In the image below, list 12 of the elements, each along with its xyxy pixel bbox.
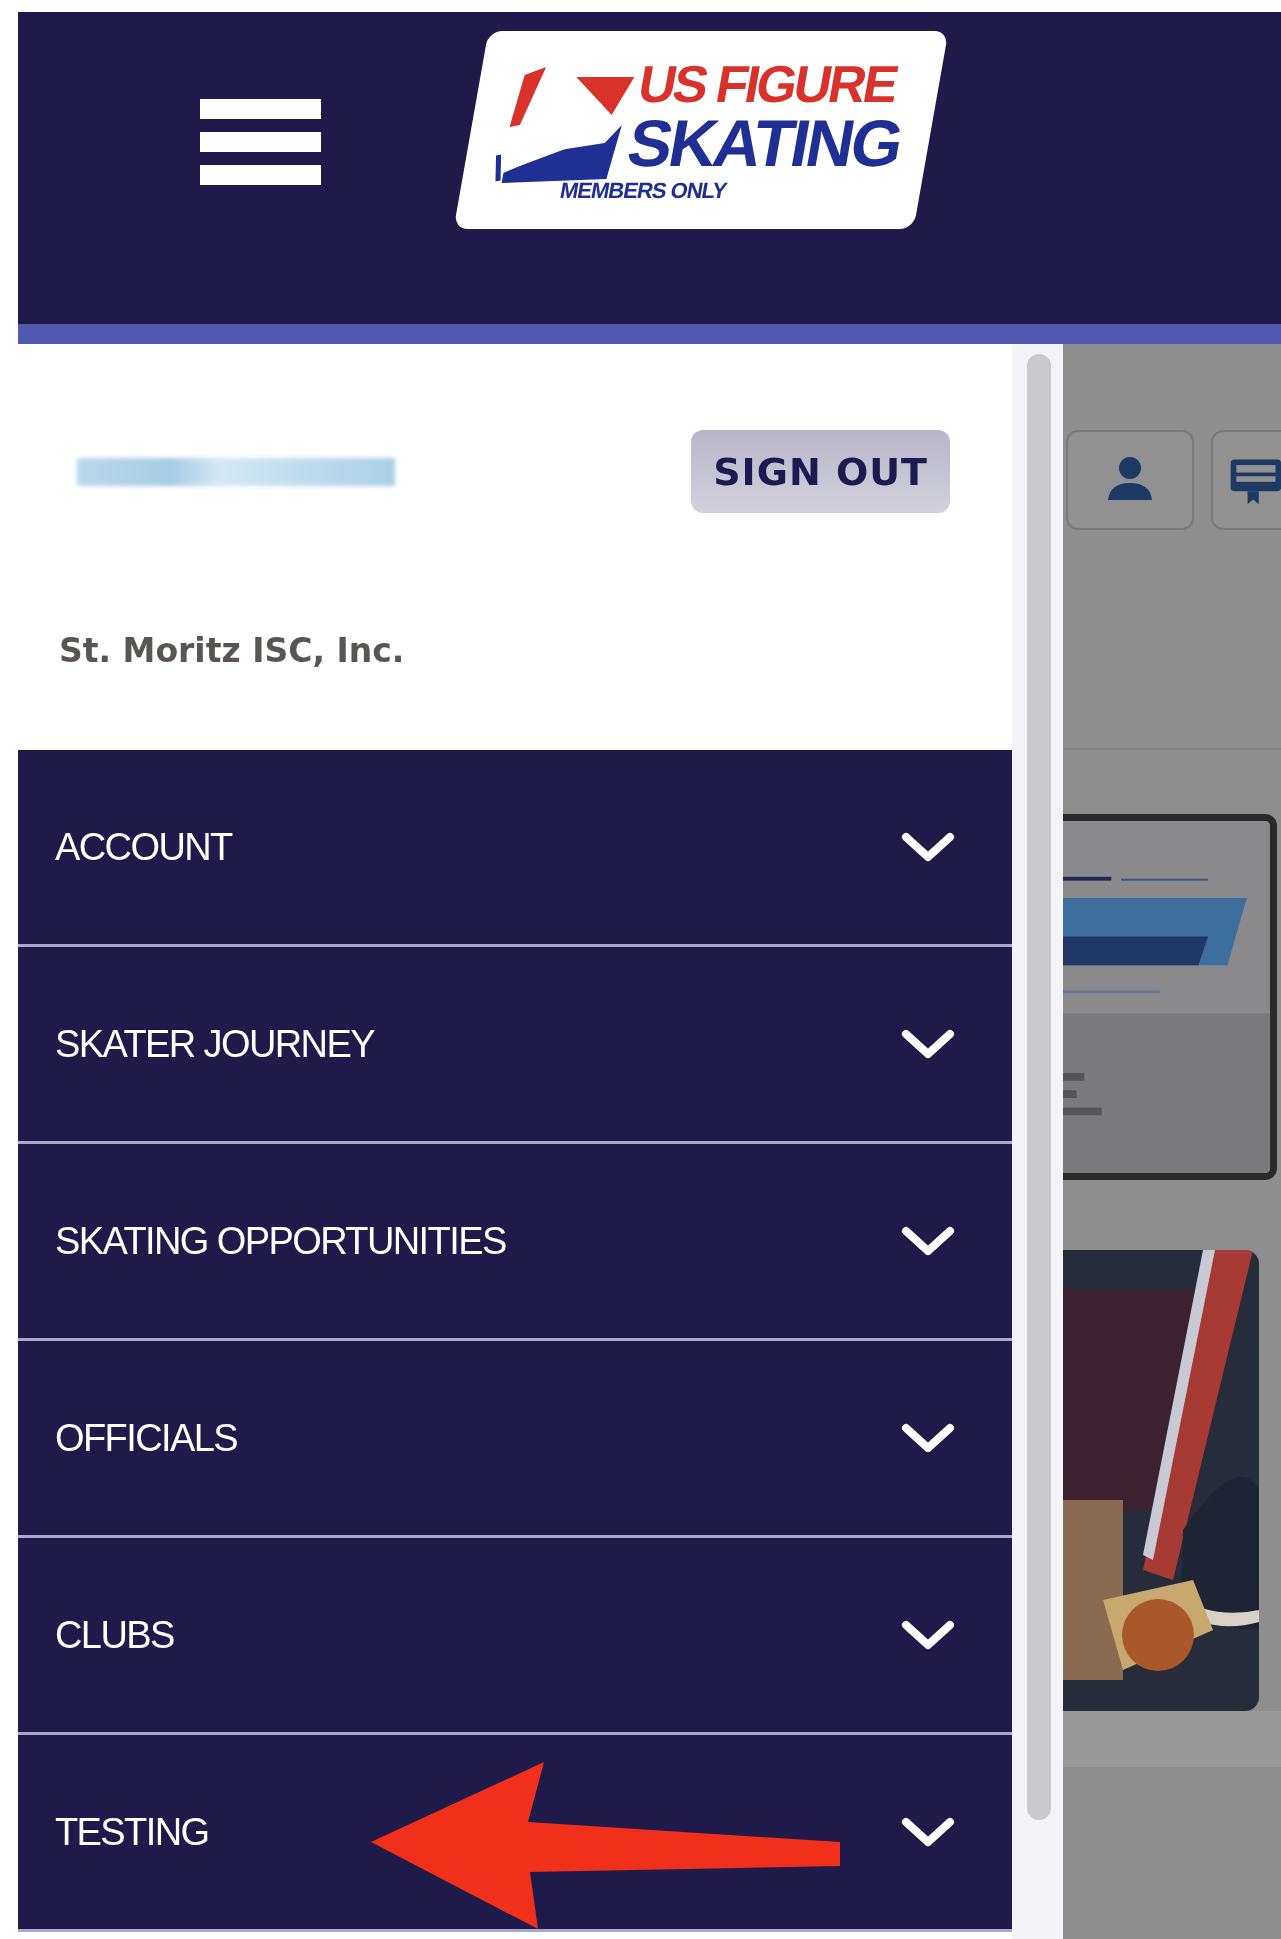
menu-item[interactable]: SKATING OPPORTUNITIES bbox=[18, 1144, 1012, 1341]
scrollbar-thumb[interactable] bbox=[1027, 354, 1051, 1820]
logo-wordmark: SKATING bbox=[622, 110, 906, 176]
menu-item[interactable]: OFFICIALS bbox=[18, 1341, 1012, 1538]
sign-out-button[interactable]: SIGN OUT bbox=[691, 430, 950, 513]
organization-name: St. Moritz ISC, Inc. bbox=[59, 631, 405, 670]
menu-item[interactable]: CLUBS bbox=[18, 1538, 1012, 1735]
menu-item[interactable]: SKATER JOURNEY bbox=[18, 947, 1012, 1144]
logo-wordmark: US FIGURE bbox=[634, 58, 900, 110]
menu-item[interactable]: ACCOUNT bbox=[18, 750, 1012, 947]
profile-button[interactable] bbox=[1066, 430, 1194, 530]
logo-tagline: MEMBERS ONLY bbox=[558, 180, 728, 202]
